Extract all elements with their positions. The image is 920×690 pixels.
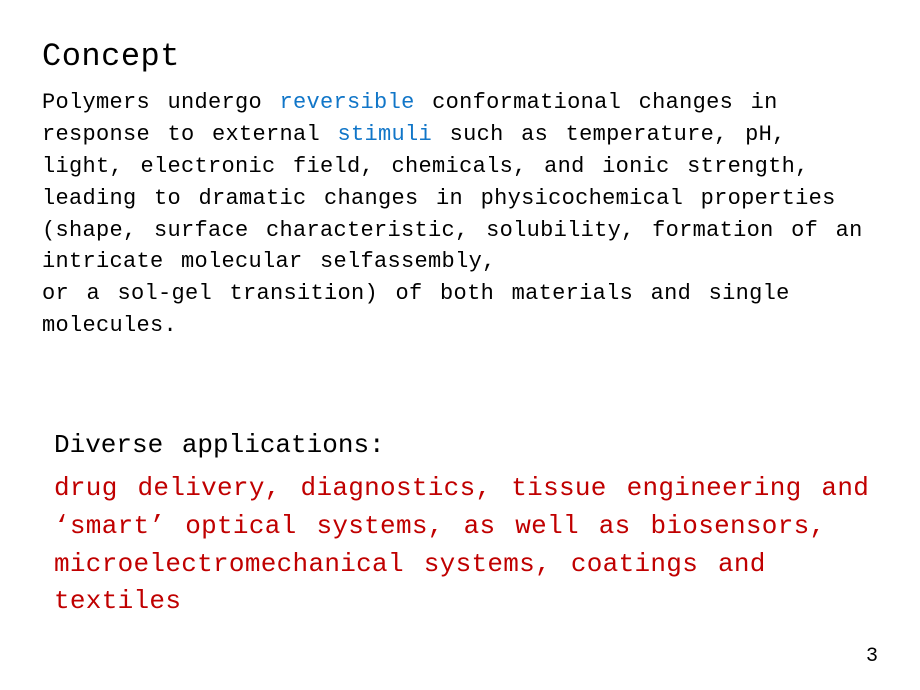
text-run: or a sol-gel transition) of both materia… [42, 281, 790, 338]
slide: Concept Polymers undergo reversible conf… [0, 0, 920, 690]
highlight-reversible: reversible [280, 90, 415, 115]
concept-paragraph: Polymers undergo reversible conformation… [42, 87, 878, 342]
highlight-stimuli: stimuli [338, 122, 433, 147]
page-title: Concept [42, 38, 878, 75]
page-number: 3 [866, 645, 878, 668]
applications-paragraph: drug delivery, diagnostics, tissue engin… [54, 470, 878, 621]
applications-heading: Diverse applications: [54, 430, 878, 460]
text-run: Polymers undergo [42, 90, 280, 115]
applications-section: Diverse applications: drug delivery, dia… [42, 430, 878, 621]
